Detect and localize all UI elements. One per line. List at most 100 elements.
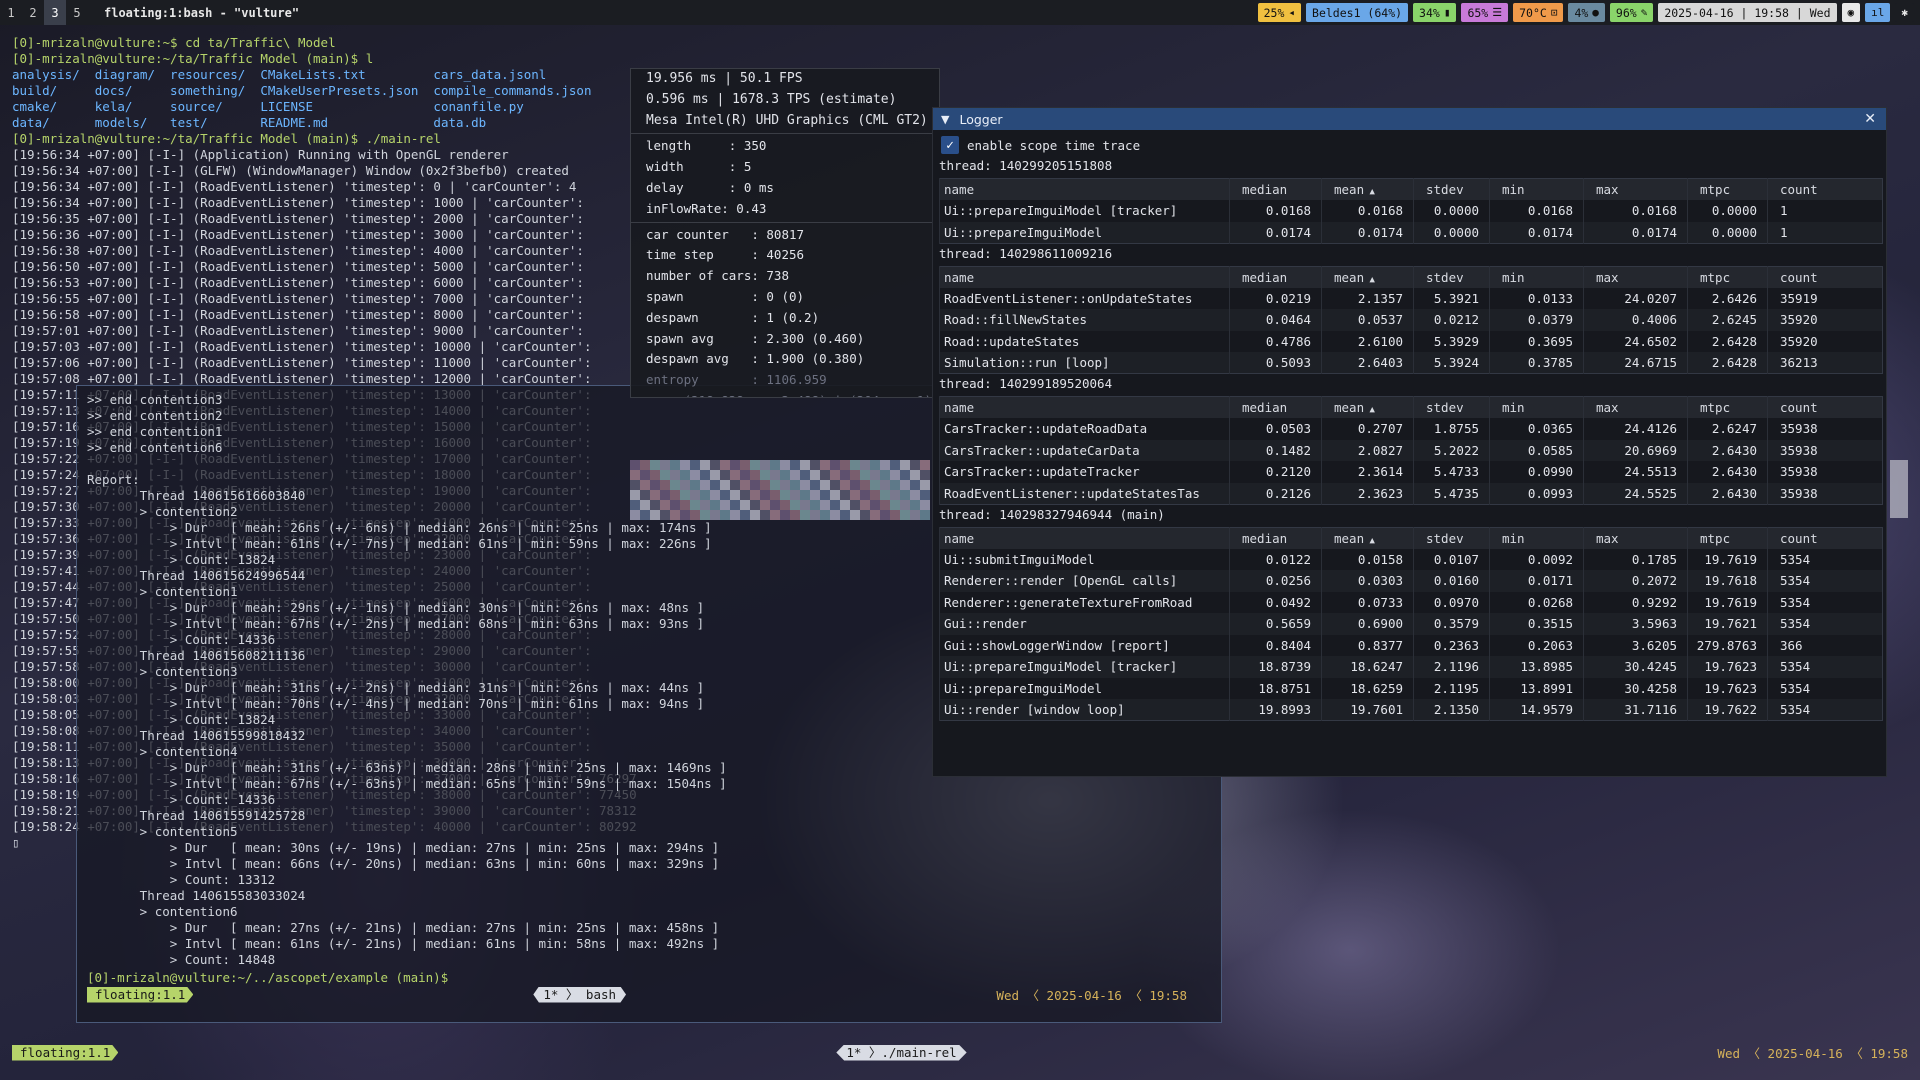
report-line: Thread 140615591425728 bbox=[87, 808, 306, 823]
status-chip[interactable]: ◉ bbox=[1841, 3, 1861, 22]
texture-cell bbox=[790, 470, 800, 480]
column-header-max[interactable]: max bbox=[1583, 178, 1688, 200]
column-header-median[interactable]: median bbox=[1229, 396, 1322, 418]
texture-cell bbox=[800, 460, 810, 470]
texture-cell bbox=[810, 480, 820, 490]
status-chip[interactable]: 2025-04-16 | 19:58 | Wed bbox=[1658, 3, 1837, 22]
column-header-name[interactable]: name bbox=[939, 266, 1230, 288]
table-row[interactable]: Gui::showLoggerWindow [report] 0.8404 0.83… bbox=[939, 634, 1883, 656]
status-chip[interactable]: 25% ◂ bbox=[1257, 3, 1302, 22]
profile-table[interactable]: namemedianmeanstdevminmaxmtpccountRoadEv… bbox=[939, 265, 1883, 374]
column-header-count[interactable]: count bbox=[1767, 527, 1883, 549]
column-header-max[interactable]: max bbox=[1583, 266, 1688, 288]
profile-table[interactable]: namemedianmeanstdevminmaxmtpccountUi::pr… bbox=[939, 178, 1883, 244]
scope-value: 5.3929 bbox=[1413, 330, 1490, 352]
table-row[interactable]: Road::updateStates 0.4786 2.6100 5.3929 0.36… bbox=[939, 330, 1883, 352]
table-row[interactable]: Gui::render 0.5659 0.6900 0.3579 0.3515 3.596… bbox=[939, 613, 1883, 635]
table-row[interactable]: CarsTracker::updateTracker 0.2120 2.3614 5.… bbox=[939, 461, 1883, 483]
column-header-mtpc[interactable]: mtpc bbox=[1687, 266, 1768, 288]
status-chip[interactable]: 34% ▮ bbox=[1413, 3, 1457, 22]
status-chip[interactable]: 4% ● bbox=[1568, 3, 1605, 22]
status-chip[interactable]: ✱ bbox=[1895, 3, 1914, 22]
tmux-window-tab[interactable]: 1* 〉./main-rel bbox=[836, 1044, 967, 1061]
profile-table[interactable]: namemedianmeanstdevminmaxmtpccountUi::su… bbox=[939, 526, 1883, 721]
column-header-count[interactable]: count bbox=[1767, 396, 1883, 418]
column-header-mean[interactable]: mean bbox=[1321, 396, 1414, 418]
table-row[interactable]: Ui::prepareImguiModel 0.0174 0.0174 0.0000 0… bbox=[939, 221, 1883, 243]
column-header-stdev[interactable]: stdev bbox=[1413, 396, 1490, 418]
scope-value: 2.6428 bbox=[1687, 352, 1768, 374]
texture-cell bbox=[780, 490, 790, 500]
texture-cell bbox=[660, 480, 670, 490]
column-header-name[interactable]: name bbox=[939, 527, 1230, 549]
column-header-mean[interactable]: mean bbox=[1321, 178, 1414, 200]
texture-cell bbox=[910, 510, 920, 520]
column-header-median[interactable]: median bbox=[1229, 178, 1322, 200]
workspace-1[interactable]: 1 bbox=[0, 0, 22, 25]
column-header-mtpc[interactable]: mtpc bbox=[1687, 527, 1768, 549]
status-chip[interactable]: Beldes1 (64%) bbox=[1306, 3, 1409, 22]
table-row[interactable]: Renderer::render [OpenGL calls] 0.0256 0.0… bbox=[939, 570, 1883, 592]
workspace-2[interactable]: 2 bbox=[22, 0, 44, 25]
column-header-name[interactable]: name bbox=[939, 178, 1230, 200]
table-row[interactable]: Ui::prepareImguiModel [tracker] 0.0168 0.0… bbox=[939, 200, 1883, 222]
column-header-mtpc[interactable]: mtpc bbox=[1687, 178, 1768, 200]
report-line: > contention3 bbox=[87, 664, 238, 679]
table-row[interactable]: CarsTracker::updateRoadData 0.0503 0.2707 1… bbox=[939, 418, 1883, 440]
table-row[interactable]: Ui::prepareImguiModel 18.8751 18.6259 2.119… bbox=[939, 677, 1883, 699]
table-row[interactable]: RoadEventListener::onUpdateStates 0.0219 2… bbox=[939, 287, 1883, 309]
status-chip[interactable]: 70°C ⊡ bbox=[1513, 3, 1564, 22]
scope-value: 35919 bbox=[1767, 287, 1883, 309]
scrollbar-stub[interactable] bbox=[1890, 460, 1908, 518]
texture-cell bbox=[840, 480, 850, 490]
column-header-median[interactable]: median bbox=[1229, 266, 1322, 288]
column-header-mean[interactable]: mean bbox=[1321, 527, 1414, 549]
table-row[interactable]: Simulation::run [loop] 0.5093 2.6403 5.3924… bbox=[939, 352, 1883, 374]
texture-cell bbox=[920, 500, 930, 510]
column-header-max[interactable]: max bbox=[1583, 527, 1688, 549]
terminal-line: [19:56:36 +07:00] [-I-] (RoadEventListen… bbox=[12, 227, 584, 242]
column-header-stdev[interactable]: stdev bbox=[1413, 178, 1490, 200]
texture-cell bbox=[900, 460, 910, 470]
table-row[interactable]: CarsTracker::updateCarData 0.1482 2.0827 5.… bbox=[939, 439, 1883, 461]
checkmark-icon[interactable]: ✓ bbox=[941, 136, 959, 154]
texture-cell bbox=[680, 480, 690, 490]
collapse-triangle-icon[interactable]: ▼ bbox=[941, 113, 949, 126]
column-header-min[interactable]: min bbox=[1489, 266, 1584, 288]
logger-window[interactable]: ▼ Logger ✕ ✓ enable scope time trace thr… bbox=[932, 107, 1887, 777]
profile-table[interactable]: namemedianmeanstdevminmaxmtpccountCarsTr… bbox=[939, 396, 1883, 505]
column-header-min[interactable]: min bbox=[1489, 178, 1584, 200]
floating-prompt[interactable]: [0]-mrizaln@vulture:~/../ascopet/example… bbox=[87, 970, 448, 986]
column-header-name[interactable]: name bbox=[939, 396, 1230, 418]
status-chip[interactable]: 96% ✎ bbox=[1609, 3, 1654, 22]
texture-cell bbox=[730, 470, 740, 480]
table-row[interactable]: RoadEventListener::updateStatesTas 0.2126… bbox=[939, 482, 1883, 504]
column-header-min[interactable]: min bbox=[1489, 396, 1584, 418]
column-header-max[interactable]: max bbox=[1583, 396, 1688, 418]
status-chip[interactable]: ıl bbox=[1865, 3, 1891, 22]
texture-cell bbox=[810, 460, 820, 470]
column-header-mtpc[interactable]: mtpc bbox=[1687, 396, 1768, 418]
table-row[interactable]: Ui::render [window loop] 19.8993 19.7601 2.… bbox=[939, 699, 1883, 721]
column-header-mean[interactable]: mean bbox=[1321, 266, 1414, 288]
logger-titlebar[interactable]: ▼ Logger ✕ bbox=[933, 108, 1886, 130]
column-header-median[interactable]: median bbox=[1229, 527, 1322, 549]
column-header-stdev[interactable]: stdev bbox=[1413, 266, 1490, 288]
table-row[interactable]: Ui::submitImguiModel 0.0122 0.0158 0.0107 0.… bbox=[939, 548, 1883, 570]
texture-cell bbox=[840, 500, 850, 510]
texture-cell bbox=[800, 490, 810, 500]
workspace-3[interactable]: 3 bbox=[44, 0, 66, 25]
column-header-stdev[interactable]: stdev bbox=[1413, 527, 1490, 549]
scope-value: 0.0303 bbox=[1321, 570, 1414, 592]
close-icon[interactable]: ✕ bbox=[1864, 111, 1876, 127]
table-row[interactable]: Renderer::generateTextureFromRoad 0.0492 0… bbox=[939, 591, 1883, 613]
tmux-window-tab[interactable]: 1* 〉 bash bbox=[533, 986, 627, 1003]
column-header-count[interactable]: count bbox=[1767, 266, 1883, 288]
scope-trace-checkbox-row[interactable]: ✓ enable scope time trace bbox=[941, 134, 1886, 156]
column-header-min[interactable]: min bbox=[1489, 527, 1584, 549]
table-row[interactable]: Ui::prepareImguiModel [tracker] 18.8739 18… bbox=[939, 656, 1883, 678]
workspace-5[interactable]: 5 bbox=[66, 0, 88, 25]
table-row[interactable]: Road::fillNewStates 0.0464 0.0537 0.0212 0.0… bbox=[939, 309, 1883, 331]
status-chip[interactable]: 65% ☰ bbox=[1461, 3, 1509, 22]
column-header-count[interactable]: count bbox=[1767, 178, 1883, 200]
